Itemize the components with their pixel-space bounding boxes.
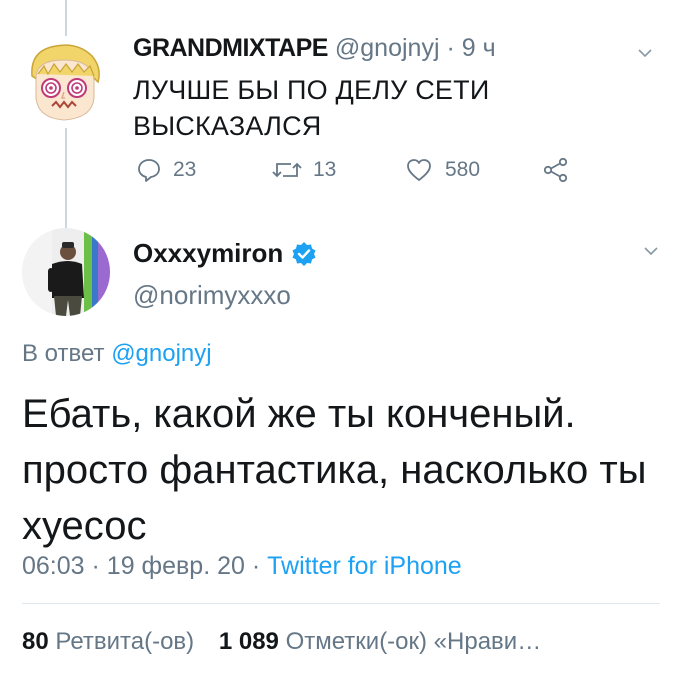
chevron-down-icon[interactable]	[644, 244, 658, 258]
likes-label: Отметки(-ок) «Нрави…	[285, 628, 542, 655]
tweet2-text: Ебать, какой же ты конченый. просто фант…	[22, 392, 647, 548]
tweet1-text: ЛУЧШЕ БЫ ПО ДЕЛУ СЕТИ ВЫСКАЗАЛСЯ	[133, 75, 490, 141]
like-count: 580	[445, 158, 481, 181]
retweets-stat[interactable]: 80 Ретвита(-ов)	[22, 628, 201, 655]
tweet1-header: GRANDMIXTAPE @gnojnyj · 9 ч	[133, 34, 496, 63]
heart-icon	[407, 159, 431, 181]
tweet2-date: 19 февр. 20	[106, 552, 245, 580]
timestamp-separator: ·	[251, 552, 261, 580]
retweets-count: 80	[22, 628, 49, 655]
likes-count: 1 089	[218, 628, 279, 655]
tweet2-author: Oxxxymiron	[133, 238, 317, 269]
retweet-button[interactable]: 13	[271, 156, 336, 184]
tweet1-separator: ·	[446, 34, 455, 62]
tweet2-handle[interactable]: @norimyxxxo	[133, 280, 291, 311]
tweet1-actions: 23 13 580	[0, 156, 680, 196]
tweet2-author-name[interactable]: Oxxxymiron	[133, 238, 283, 269]
chevron-down-icon[interactable]	[638, 46, 652, 60]
like-button[interactable]: 580	[405, 156, 480, 184]
reply-icon	[138, 159, 160, 182]
reply-to-link[interactable]: @gnojnyj	[111, 340, 211, 367]
retweets-label: Ретвита(-ов)	[55, 628, 195, 655]
tweet2-stats: 80 Ретвита(-ов) 1 089 Отметки(-ок) «Нрав…	[22, 628, 541, 656]
tweet1-handle[interactable]: @gnojnyj	[335, 34, 440, 62]
reply-prefix: В ответ	[22, 340, 105, 367]
tweet1-time[interactable]: 9 ч	[462, 34, 496, 62]
reply-context: В ответ @gnojnyj	[22, 340, 212, 368]
share-button[interactable]	[542, 156, 570, 184]
tweet2-source-link[interactable]: Twitter for iPhone	[267, 552, 462, 580]
tweet2-timestamp: 06:03 · 19 февр. 20 · Twitter for iPhone	[22, 552, 462, 581]
reply-button[interactable]: 23	[135, 156, 196, 184]
tweet1-author-name[interactable]: GRANDMIXTAPE	[133, 34, 328, 62]
divider	[22, 603, 660, 604]
verified-badge-icon	[292, 241, 316, 266]
likes-stat[interactable]: 1 089 Отметки(-ок) «Нрави…	[219, 628, 541, 655]
retweet-count: 13	[313, 158, 337, 181]
reply-count: 23	[173, 158, 197, 181]
person-photo-avatar[interactable]	[22, 228, 110, 316]
share-icon	[543, 157, 568, 183]
retweet-icon	[272, 162, 302, 178]
timestamp-separator: ·	[91, 552, 100, 580]
cartoon-face-avatar[interactable]	[18, 36, 110, 128]
tweet2-time: 06:03	[22, 552, 85, 580]
